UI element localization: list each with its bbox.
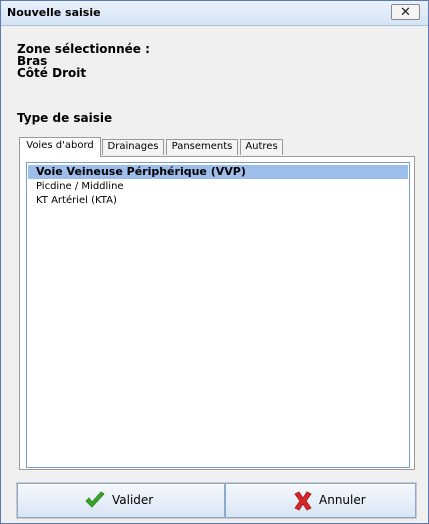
tab-pansements[interactable]: Pansements [166,139,238,155]
cross-icon [294,491,312,511]
list-item[interactable]: Voie Veineuse Périphérique (VVP) [28,165,408,179]
check-icon [85,491,105,508]
title-bar[interactable]: Nouvelle saisie ✕ [1,1,428,26]
dialog-window: Nouvelle saisie ✕ Zone sélectionnée : Br… [0,0,429,524]
close-button[interactable]: ✕ [391,4,420,20]
validate-label: Valider [112,493,154,507]
tab-voies-abord[interactable]: Voies d'abord [19,137,101,157]
entry-type-heading: Type de saisie [17,111,113,125]
window-title: Nouvelle saisie [7,6,101,19]
cancel-label: Annuler [319,493,366,507]
list-item[interactable]: KT Artériel (KTA) [28,194,408,208]
access-type-list[interactable]: Voie Veineuse Périphérique (VVP) Picdine… [26,162,410,468]
cancel-button[interactable]: Annuler [225,483,416,518]
list-item[interactable]: Picdine / Middline [28,180,408,194]
close-icon: ✕ [400,5,411,20]
button-bar: Valider Annuler [16,482,417,519]
tab-autres[interactable]: Autres [240,139,283,155]
selected-zone-info: Zone sélectionnée : Bras Côté Droit [17,43,150,79]
tab-panel: Voie Veineuse Périphérique (VVP) Picdine… [19,156,415,470]
tab-drainages[interactable]: Drainages [102,139,164,155]
validate-button[interactable]: Valider [17,483,225,518]
side-value: Côté Droit [17,66,87,80]
